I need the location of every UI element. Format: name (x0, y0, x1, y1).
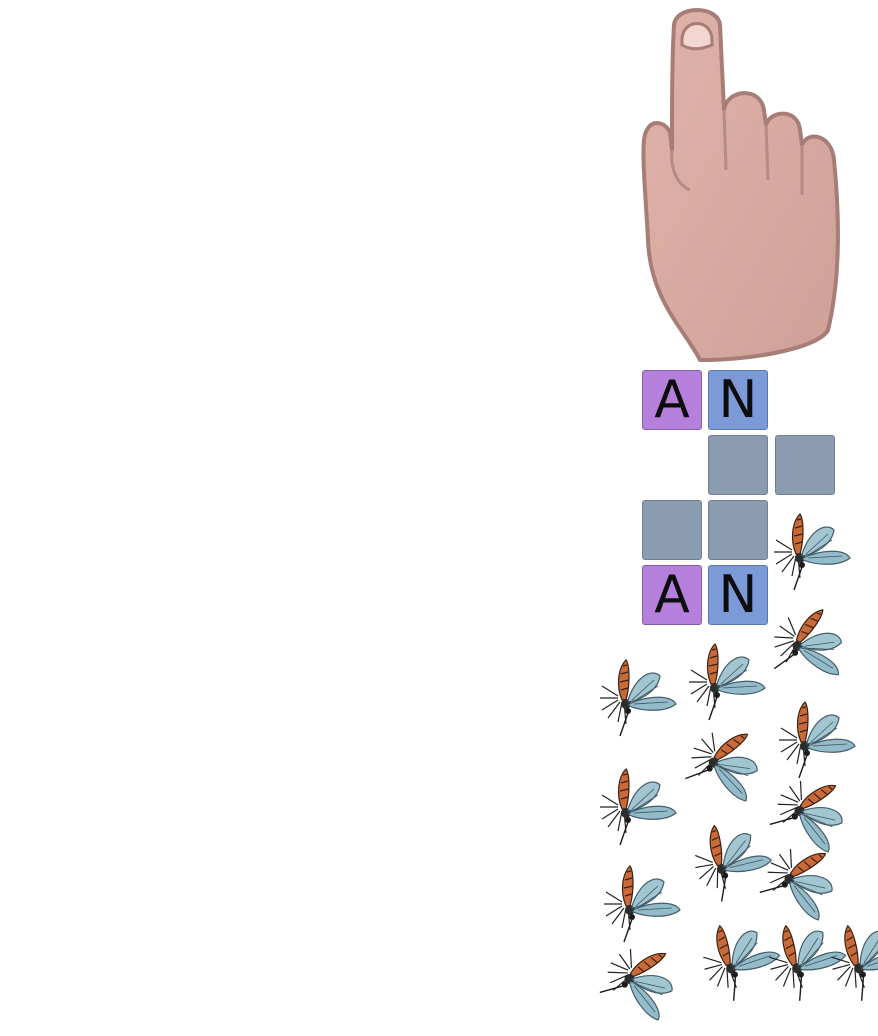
tile-empty-row2-1[interactable] (708, 435, 768, 495)
mosquito-icon[interactable] (596, 646, 692, 742)
mosquito-icon[interactable] (600, 852, 696, 948)
mosquito-icon[interactable] (671, 713, 781, 823)
mosquito-icon[interactable] (770, 500, 866, 596)
mosquito-icon[interactable] (685, 630, 781, 726)
game-stage: A N A N (0, 0, 878, 1036)
pointing-hand-icon (641, 8, 840, 362)
mosquito-icon[interactable] (821, 906, 878, 1007)
tile-a-row1[interactable]: A (642, 370, 702, 430)
tile-empty-row3-2[interactable] (708, 500, 768, 560)
tile-empty-row2-2[interactable] (775, 435, 835, 495)
tile-empty-row3-1[interactable] (642, 500, 702, 560)
tile-n-row4[interactable]: N (708, 565, 768, 625)
mosquito-icon[interactable] (757, 594, 866, 702)
mosquito-icon[interactable] (775, 688, 871, 784)
tile-n-row1[interactable]: N (708, 370, 768, 430)
mosquito-icon[interactable] (596, 755, 692, 851)
tile-a-row4[interactable]: A (642, 565, 702, 625)
